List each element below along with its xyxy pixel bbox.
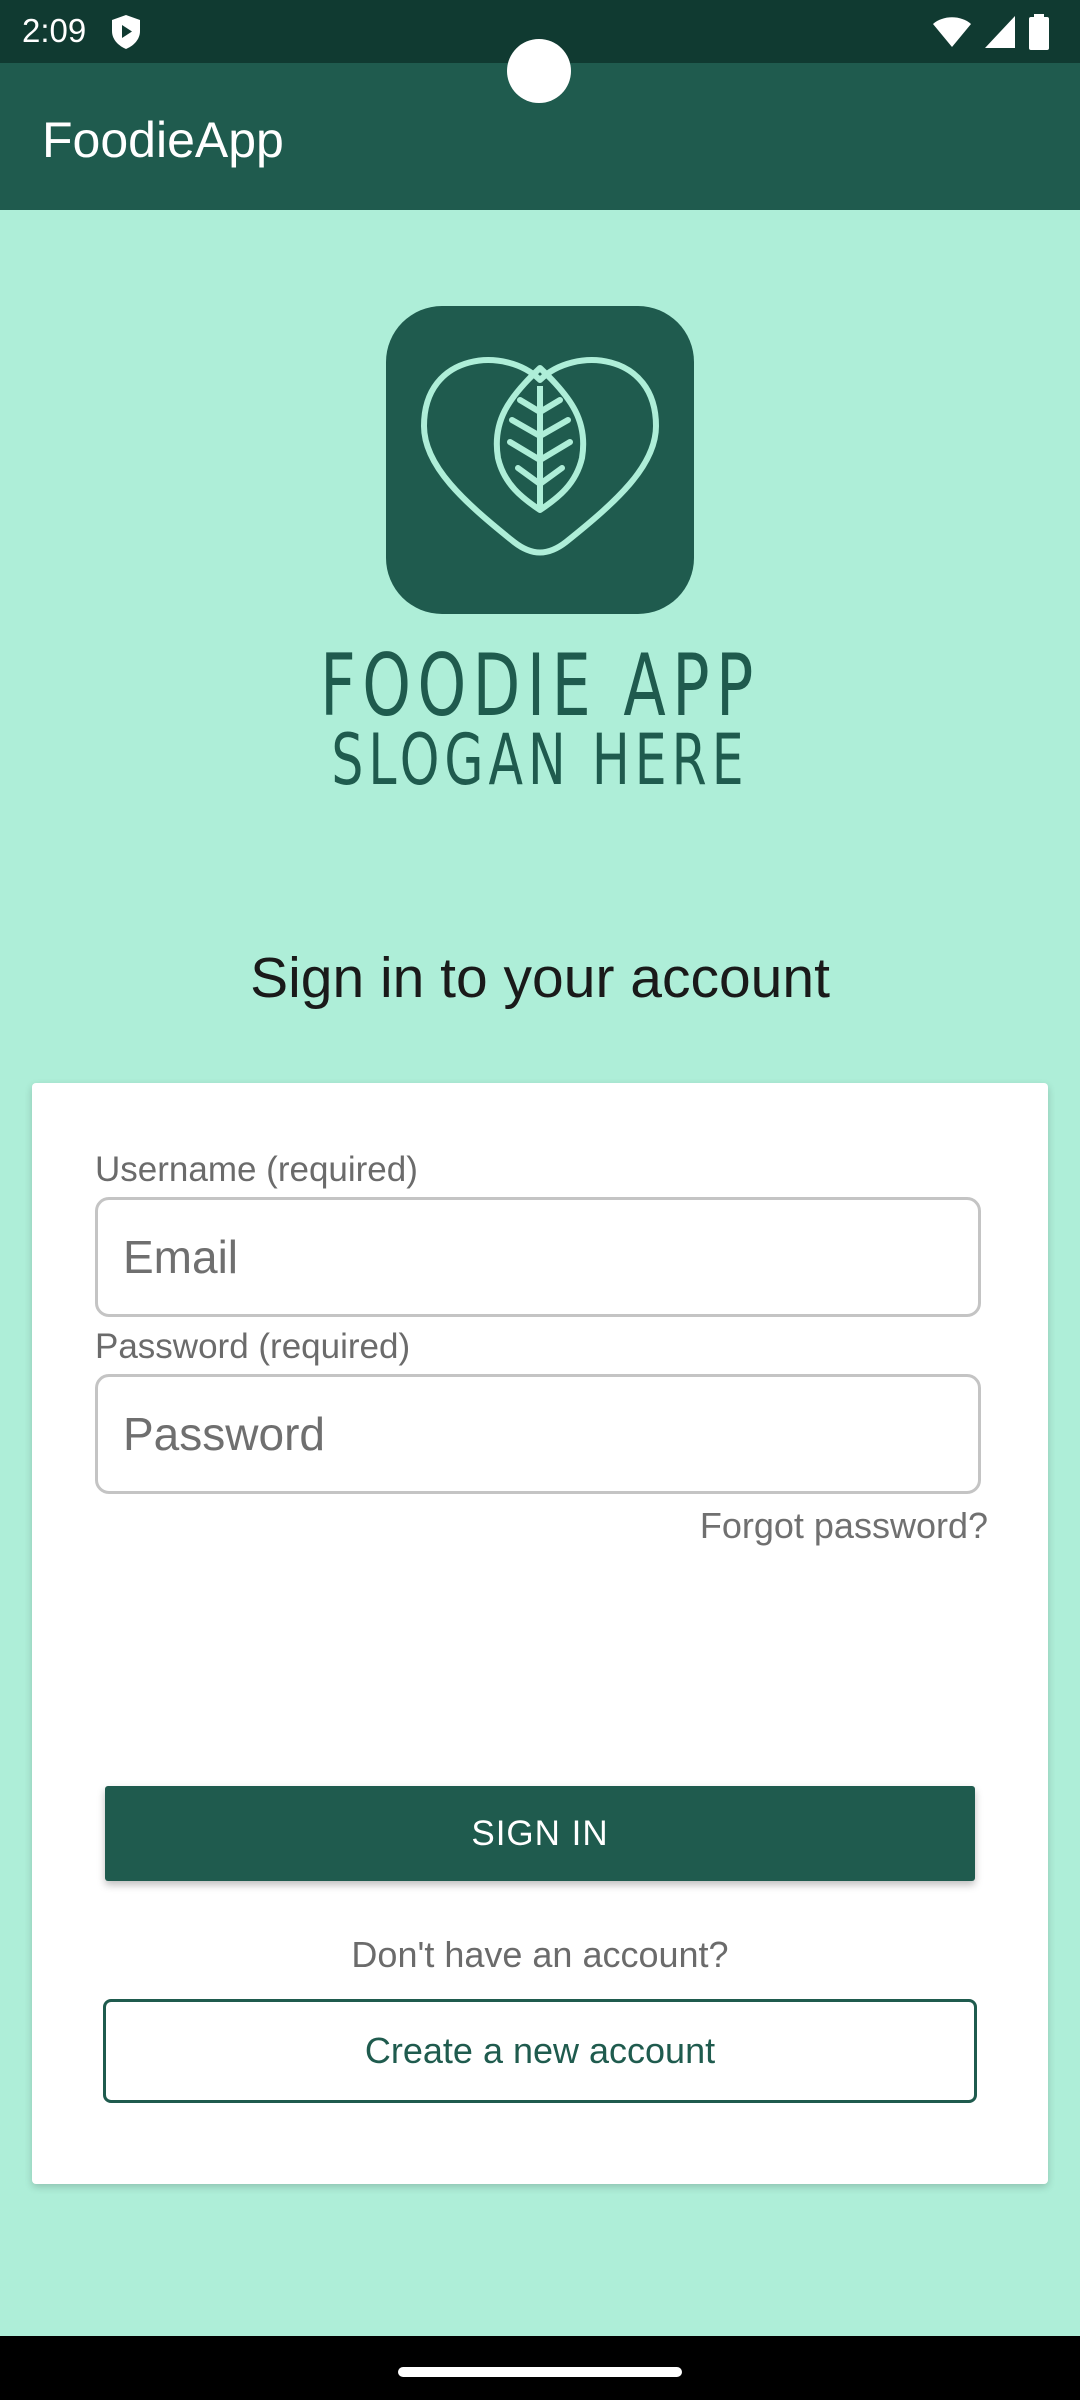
no-account-text: Don't have an account?: [351, 1934, 729, 1975]
signal-icon: [985, 16, 1015, 48]
app-title: FoodieApp: [42, 112, 284, 168]
shield-icon: [112, 15, 140, 49]
status-icons: [932, 12, 1050, 52]
logo-slogan: SLOGAN HERE: [331, 719, 749, 801]
username-input[interactable]: [95, 1197, 981, 1317]
camera-cutout: [507, 39, 571, 103]
home-indicator[interactable]: [398, 2367, 682, 2377]
password-input[interactable]: [95, 1374, 981, 1494]
signin-card: Username (required) Password (required) …: [32, 1083, 1048, 2184]
sign-in-button[interactable]: SIGN IN: [105, 1786, 975, 1881]
status-time: 2:09: [22, 12, 87, 49]
heart-leaf-logo-icon: [386, 306, 694, 614]
wifi-icon: [933, 17, 971, 47]
battery-icon: [1029, 14, 1049, 50]
create-account-button[interactable]: Create a new account: [103, 1999, 977, 2103]
page-title: Sign in to your account: [250, 946, 830, 1010]
forgot-password-link[interactable]: Forgot password?: [700, 1504, 988, 1548]
username-label: Username (required): [95, 1150, 418, 1189]
password-label: Password (required): [95, 1327, 411, 1366]
